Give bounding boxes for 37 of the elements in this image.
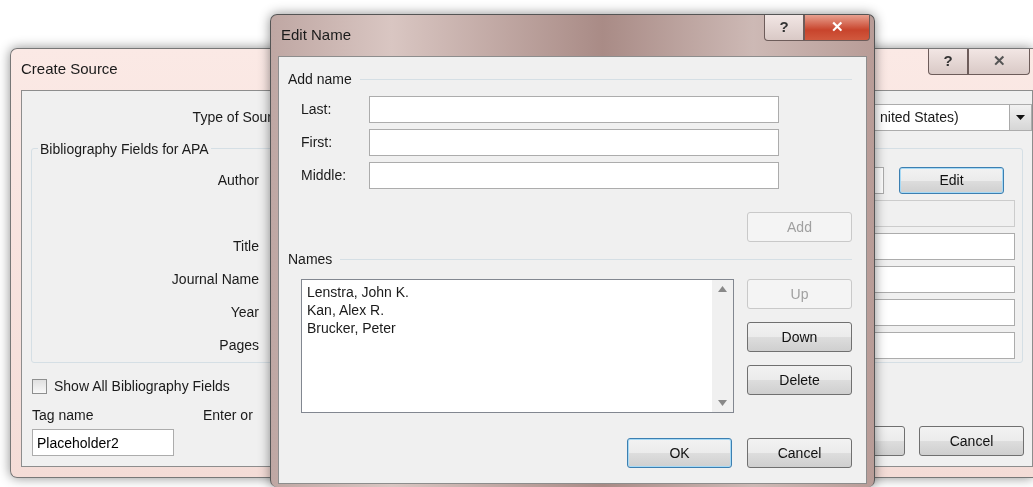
scroll-up-icon[interactable] xyxy=(718,286,727,292)
section-title: Add name xyxy=(288,70,352,89)
field-label: Type of Sour xyxy=(191,107,272,127)
down-button[interactable]: Down xyxy=(747,322,852,352)
scrollbar[interactable] xyxy=(712,280,733,412)
field-label: Tag name xyxy=(32,406,95,425)
text-field[interactable] xyxy=(369,96,779,123)
list-item[interactable]: Lenstra, John K. xyxy=(307,283,409,301)
edit-button[interactable]: Edit xyxy=(899,166,1004,194)
help-button[interactable]: ? xyxy=(928,49,968,75)
delete-button[interactable]: Delete xyxy=(747,365,852,395)
list-item[interactable]: Brucker, Peter xyxy=(307,319,409,337)
text-field[interactable] xyxy=(369,129,779,156)
field-label: Year xyxy=(229,302,259,322)
dialog-title: Edit Name xyxy=(281,25,352,46)
field-label: Middle: xyxy=(301,166,348,185)
cancel-button[interactable]: Cancel xyxy=(747,438,852,468)
section-title: Names xyxy=(288,250,333,269)
field-label: Pages xyxy=(218,335,259,355)
checkbox[interactable] xyxy=(32,379,47,394)
list-item[interactable]: Kan, Alex R. xyxy=(307,301,409,319)
ok-button[interactable]: OK xyxy=(627,438,732,468)
checkbox-label: Show All Bibliography Fields xyxy=(54,377,230,396)
field-label: Last: xyxy=(301,100,333,119)
close-button[interactable]: ✕ xyxy=(968,49,1030,75)
field-label: Journal Name xyxy=(170,269,259,289)
field-label: First: xyxy=(301,133,334,152)
tag-name-field[interactable]: Placeholder2 xyxy=(32,429,174,456)
field-label: Title xyxy=(232,236,259,256)
field-label: Author xyxy=(216,170,259,190)
dialog-title: Create Source xyxy=(21,59,118,80)
cancel-button[interactable]: Cancel xyxy=(919,426,1024,456)
close-button[interactable]: ✕ xyxy=(804,15,870,41)
text-field[interactable] xyxy=(369,162,779,189)
scroll-down-icon[interactable] xyxy=(718,400,727,406)
help-button[interactable]: ? xyxy=(764,15,804,41)
hint-text: Enter or xyxy=(203,406,253,425)
